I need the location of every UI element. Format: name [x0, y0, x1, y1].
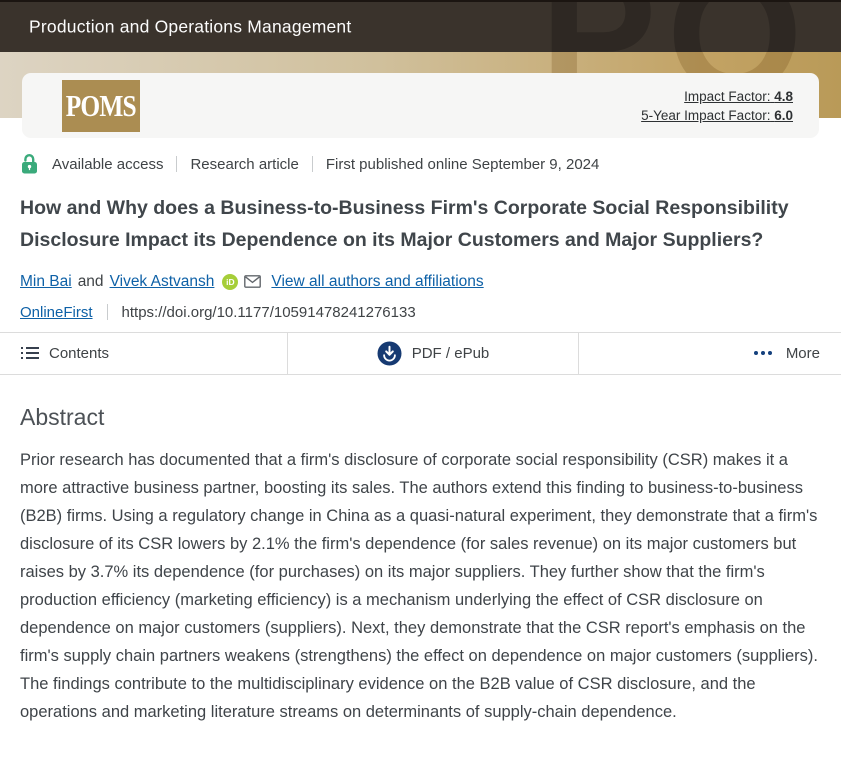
contents-button[interactable]: Contents	[0, 333, 287, 374]
published-date-label: First published online September 9, 2024	[326, 156, 600, 173]
more-button[interactable]: More	[578, 333, 841, 374]
divider	[312, 156, 313, 172]
view-all-authors-link[interactable]: View all authors and affiliations	[271, 273, 483, 291]
journal-banner: PO Production and Operations Management	[0, 0, 841, 52]
journal-logo-text: POMS	[66, 88, 136, 124]
author-link[interactable]: Min Bai	[20, 273, 72, 291]
impact-factor-value: 4.8	[774, 89, 793, 104]
five-year-impact-factor-link[interactable]: 5-Year Impact Factor: 6.0	[641, 108, 793, 123]
abstract-section: Abstract Prior research has documented t…	[0, 404, 841, 726]
five-year-impact-factor-value: 6.0	[774, 108, 793, 123]
access-label: Available access	[52, 156, 163, 173]
impact-factor-block: Impact Factor: 4.8 5-Year Impact Factor:…	[641, 87, 793, 125]
pdf-epub-label: PDF / ePub	[412, 345, 490, 362]
divider	[107, 304, 108, 320]
author-link[interactable]: Vivek Astvansh	[110, 273, 215, 291]
impact-factor-link[interactable]: Impact Factor: 4.8	[684, 89, 793, 104]
orcid-icon[interactable]: iD	[222, 274, 238, 290]
article-toolbar: Contents PDF / ePub More	[0, 332, 841, 375]
abstract-text: Prior research has documented that a fir…	[20, 446, 821, 726]
authors-row: Min Bai and Vivek Astvansh iD View all a…	[20, 273, 821, 291]
article-type-label: Research article	[190, 156, 298, 173]
pdf-epub-button[interactable]: PDF / ePub	[287, 333, 578, 374]
list-icon	[21, 347, 39, 359]
contents-label: Contents	[49, 345, 109, 362]
masthead-card: POMS Impact Factor: 4.8 5-Year Impact Fa…	[22, 73, 819, 138]
journal-banner-title: Production and Operations Management	[29, 17, 351, 38]
ellipsis-icon	[754, 351, 772, 355]
envelope-icon[interactable]	[244, 275, 261, 288]
download-circle-icon	[377, 341, 402, 366]
doi-text: https://doi.org/10.1177/1059147824127613…	[122, 304, 416, 321]
article-title: How and Why does a Business-to-Business …	[20, 193, 821, 257]
more-label: More	[786, 345, 820, 362]
open-lock-icon	[20, 153, 39, 175]
banner-watermark: PO	[540, 0, 813, 52]
article-meta-row: Available access Research article First …	[20, 152, 821, 176]
divider	[176, 156, 177, 172]
and-label: and	[78, 273, 104, 291]
doi-row: OnlineFirst https://doi.org/10.1177/1059…	[20, 304, 821, 321]
journal-logo[interactable]: POMS	[62, 80, 140, 132]
online-first-link[interactable]: OnlineFirst	[20, 304, 93, 321]
abstract-heading: Abstract	[20, 404, 821, 431]
